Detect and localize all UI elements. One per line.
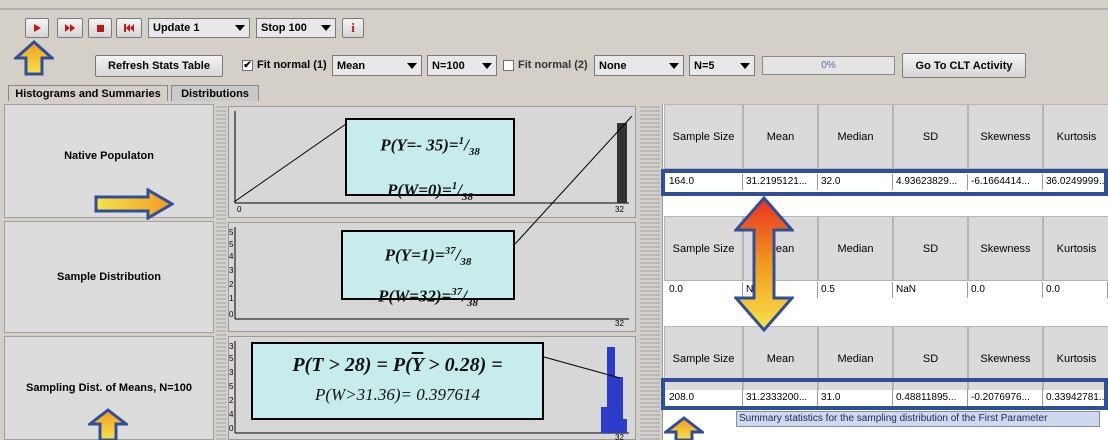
formula-text: 38: [460, 256, 472, 269]
formula-box-native: P(Y=- 35)=1/38 P(W=0)=1/38: [345, 118, 515, 203]
tooltip: Summary statistics for the sampling dist…: [736, 411, 1100, 427]
formula-text: P(Y=- 35)=: [380, 135, 459, 155]
formula-line: P(Y=1)=37/38: [384, 245, 472, 269]
table-header-row: Sample Size Mean Median SD Skewness Kurt…: [664, 104, 1108, 169]
column-header[interactable]: Mean: [743, 104, 818, 169]
formula-box-sampling: P(T > 28) = P(Y > 0.28) = P(W>31.36)= 0.…: [251, 342, 544, 420]
formula-text: Y: [411, 354, 424, 376]
formula-text: 38: [466, 297, 478, 310]
column-header[interactable]: Skewness: [968, 216, 1043, 281]
formula-line: P(W>31.36)= 0.397614: [314, 385, 481, 404]
table-cell: 0.5: [818, 282, 893, 298]
table-cell: 0.0: [968, 282, 1043, 298]
formula-text: 37: [444, 245, 456, 257]
formula-text: 38: [468, 146, 480, 159]
double-arrow-annotation: [734, 196, 794, 332]
formula-text: P(W=32)=: [378, 286, 452, 306]
column-header[interactable]: SD: [893, 216, 968, 281]
table-header-row: Sample Size Mean Median SD Skewness Kurt…: [664, 216, 1108, 281]
formula-text: 38: [461, 191, 473, 204]
formula-text: P(W=0)=: [387, 180, 452, 200]
column-header[interactable]: Sample Size: [664, 216, 743, 281]
column-header[interactable]: Median: [818, 104, 893, 169]
formula-line: P(W=0)=1/38: [387, 180, 473, 204]
table-row[interactable]: 0.0 N 0.5 NaN 0.0 0.0: [666, 282, 1108, 298]
up-arrow-annotation: [664, 416, 704, 440]
formula-line: P(W=32)=37/38: [378, 286, 478, 310]
formula-line: P(Y=- 35)=1/38: [380, 135, 480, 159]
formula-text: P(T > 28) = P(: [292, 354, 412, 376]
column-header[interactable]: Kurtosis: [1043, 104, 1108, 169]
table-cell: NaN: [893, 282, 968, 298]
formula-text: P(Y=1)=: [384, 245, 445, 265]
highlight-box: [661, 378, 1108, 410]
tooltip-text: Summary statistics for the sampling dist…: [739, 413, 1048, 424]
table-cell: 0.0: [666, 282, 743, 298]
formula-text: > 0.28) =: [423, 354, 503, 376]
formula-text: 1: [451, 180, 458, 193]
column-header[interactable]: Sample Size: [664, 104, 743, 169]
column-header[interactable]: Skewness: [968, 104, 1043, 169]
table-cell: 0.0: [1043, 282, 1108, 298]
formula-text: 37: [451, 286, 463, 299]
column-header[interactable]: Kurtosis: [1043, 216, 1108, 281]
formula-box-sample: P(Y=1)=37/38 P(W=32)=37/38: [341, 230, 515, 309]
formula-text: 1: [458, 135, 465, 147]
column-header[interactable]: SD: [893, 104, 968, 169]
highlight-box: [661, 169, 1108, 196]
column-header[interactable]: Median: [818, 216, 893, 281]
formula-line: P(T > 28) = P(Y > 0.28) =: [253, 350, 542, 380]
